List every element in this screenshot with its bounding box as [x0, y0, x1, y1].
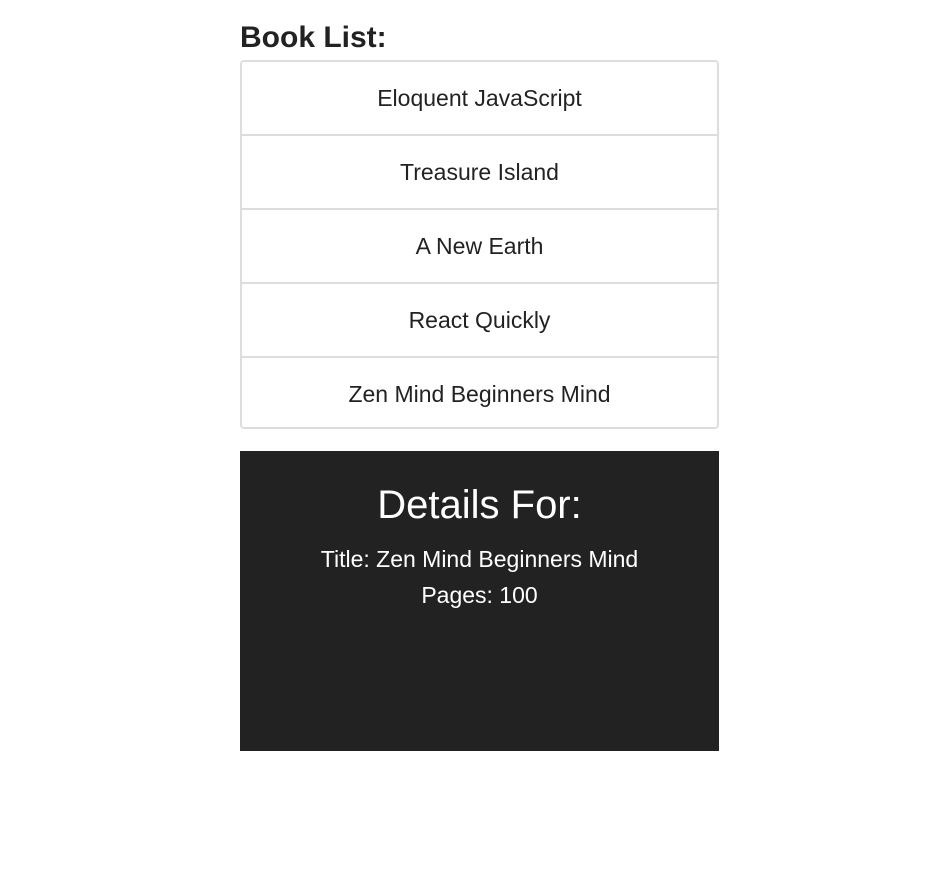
details-pages: Pages: 100	[421, 582, 538, 608]
app-container: Book List: Eloquent JavaScript Treasure …	[240, 0, 719, 751]
list-item[interactable]: Treasure Island	[242, 136, 717, 210]
list-item[interactable]: Eloquent JavaScript	[242, 62, 717, 136]
details-title: Title: Zen Mind Beginners Mind	[320, 546, 639, 572]
list-item[interactable]: A New Earth	[242, 210, 717, 284]
details-heading: Details For:	[377, 483, 582, 527]
book-list: Eloquent JavaScript Treasure Island A Ne…	[240, 60, 719, 429]
list-item[interactable]: Zen Mind Beginners Mind	[242, 358, 717, 427]
book-details-panel: Details For: Title: Zen Mind Beginners M…	[240, 451, 719, 751]
list-item[interactable]: React Quickly	[242, 284, 717, 358]
book-list-heading: Book List:	[240, 21, 387, 54]
